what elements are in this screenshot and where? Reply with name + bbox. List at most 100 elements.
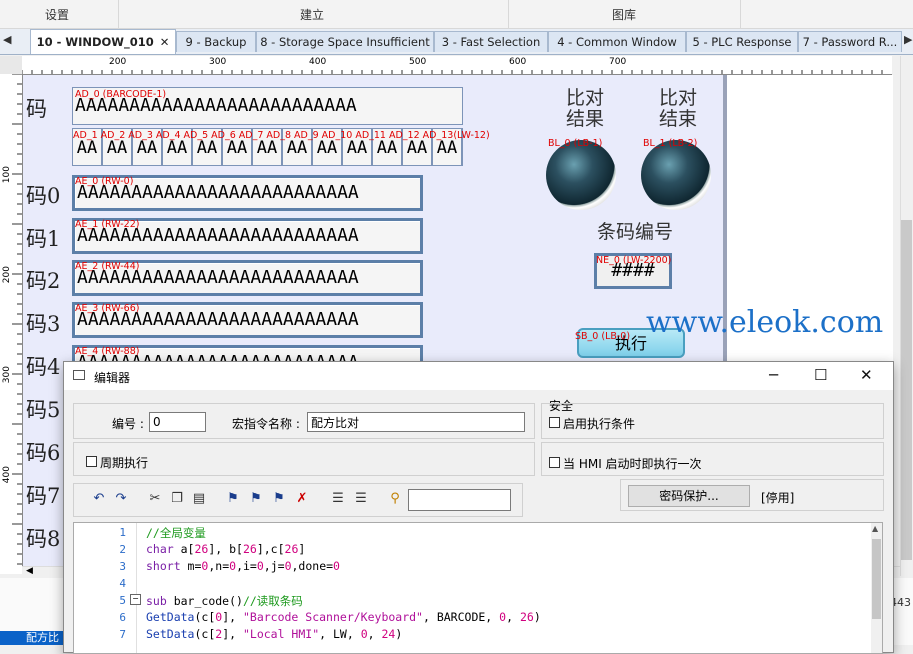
horizontal-ruler: 200 300 400 500 600 700 [22, 56, 892, 75]
left-label-code0: 码0 [26, 184, 61, 208]
vruler-label-200: 200 [2, 266, 12, 284]
tab-backup[interactable]: 9 - Backup [176, 31, 256, 52]
run-once-label: 当 HMI 启动时即执行一次 [563, 457, 702, 471]
tab-scroll-left-icon[interactable]: ◀ [3, 33, 11, 46]
barcode-number-title: 条码编号 [596, 221, 673, 243]
enable-condition-checkbox[interactable] [549, 417, 560, 428]
tab-fast-selection[interactable]: 3 - Fast Selection [434, 31, 548, 52]
ascii-row-4-label: AE_4 (RW-88) [75, 346, 140, 357]
tab-scroll-right-icon[interactable]: ▶ [904, 33, 912, 46]
ascii-row-1-label: AE_1 (RW-22) [75, 219, 140, 230]
line-number: 3 [119, 560, 126, 573]
code-vertical-scroll-thumb[interactable] [872, 539, 881, 619]
top-menu-bar: 设置 建立 图库 [0, 0, 913, 29]
close-icon[interactable]: ✕ [160, 35, 170, 49]
menu-settings[interactable]: 设置 [45, 6, 69, 23]
hruler-label-400: 400 [309, 57, 327, 67]
code-scroll-up-icon[interactable]: ▲ [872, 524, 878, 533]
ruler-corner [0, 56, 23, 75]
ascii-row-2-label: AE_2 (RW-44) [75, 261, 140, 272]
editor-title: 编辑器 [94, 371, 131, 385]
compare-result-title: 比对 结果 [565, 87, 604, 130]
hruler-label-600: 600 [509, 57, 527, 67]
bit-lamp-result[interactable] [546, 140, 616, 210]
paste-icon[interactable]: ▤ [190, 490, 208, 508]
left-label-code4: 码4 [26, 355, 61, 379]
editor-titlebar[interactable]: 编辑器 ─ ☐ ✕ [64, 362, 893, 390]
code-editor[interactable]: − 1 //全局变量 2 char a[26], b[26],c[26] 3 short … [73, 522, 883, 654]
undo-icon[interactable]: ↶ [90, 490, 108, 508]
numeric-entry-label: NE_0 (LW-2200) [596, 255, 672, 266]
search-icon[interactable]: ⚲ [386, 490, 404, 508]
redo-icon[interactable]: ↷ [112, 490, 130, 508]
code-line[interactable]: short m=0,n=0,i=0,j=0,done=0 [146, 559, 340, 573]
indent-icon[interactable]: ☰ [329, 490, 347, 508]
left-label-code6: 码6 [26, 441, 61, 465]
cut-icon[interactable]: ✂ [146, 490, 164, 508]
menu-build[interactable]: 建立 [300, 6, 324, 23]
periodic-checkbox[interactable] [86, 456, 97, 467]
code-line[interactable]: char a[26], b[26],c[26] [146, 542, 305, 556]
bookmark-prev-icon[interactable]: ⚑ [270, 490, 288, 508]
ascii-row-0-label: AE_0 (RW-0) [75, 176, 134, 187]
window-tab-bar: ◀ 10 - WINDOW_010 ✕ 9 - Backup 8 - Storag… [0, 29, 913, 55]
bookmark-toggle-icon[interactable]: ⚑ [224, 490, 242, 508]
canvas-vertical-scroll-thumb[interactable] [901, 220, 912, 560]
ascii-row-3-label: AE_3 (RW-66) [75, 303, 140, 314]
code-line[interactable]: //全局变量 [146, 525, 206, 541]
macro-name-input[interactable] [307, 412, 525, 432]
bookmark-clear-icon[interactable]: ✗ [293, 490, 311, 508]
password-protect-button[interactable]: 密码保护... [628, 485, 750, 507]
macro-name-label: 宏指令名称 : [232, 417, 300, 431]
disabled-status: [停用] [761, 491, 795, 505]
editor-window-icon [73, 370, 85, 380]
tab-window-010[interactable]: 10 - WINDOW_010 ✕ [30, 29, 176, 54]
vruler-label-300: 300 [2, 366, 12, 384]
code-line[interactable]: sub bar_code()//读取条码 [146, 593, 303, 609]
minimize-icon[interactable]: ─ [769, 366, 778, 384]
line-number: 4 [119, 577, 126, 590]
maximize-icon[interactable]: ☐ [814, 366, 827, 384]
left-label-code3: 码3 [26, 312, 61, 336]
tab-storage-space[interactable]: 8 - Storage Space Insufficient [256, 31, 434, 52]
line-number: 6 [119, 611, 126, 624]
barcode-object-label: AD_0 (BARCODE-1) [75, 89, 167, 100]
macro-editor-dialog: 编辑器 ─ ☐ ✕ 编号 : 宏指令名称 : 周期执行 安全 启用执行条件 当 … [63, 361, 894, 654]
toolbar-search-input[interactable] [408, 489, 511, 511]
line-number: 7 [119, 628, 126, 641]
left-label-code7: 码7 [26, 484, 61, 508]
left-label-code2: 码2 [26, 269, 61, 293]
enable-condition-label: 启用执行条件 [563, 417, 636, 431]
execute-button-label: SB_0 (LB-0) [575, 331, 631, 342]
menu-gallery[interactable]: 图库 [612, 6, 636, 23]
vertical-ruler: 100 200 300 400 [0, 74, 23, 574]
left-label-code5: 码5 [26, 398, 61, 422]
tab-common-window[interactable]: 4 - Common Window [548, 31, 686, 52]
vertical-ruler-ticks [12, 74, 22, 565]
outdent-icon[interactable]: ☰ [352, 490, 370, 508]
code-line[interactable]: SetData(c[2], "Local HMI", LW, 0, 24) [146, 627, 402, 641]
lamp0-object-label: BL_0 (LB-1) [548, 138, 603, 149]
vruler-label-400: 400 [2, 466, 12, 484]
hscroll-left-icon[interactable]: ◀ [26, 566, 33, 576]
bit-lamp-end[interactable] [641, 140, 711, 210]
close-icon[interactable]: ✕ [860, 366, 873, 384]
hruler-label-700: 700 [609, 57, 627, 67]
code-gutter [74, 523, 137, 653]
line-number: 2 [119, 543, 126, 556]
left-label-code8: 码8 [26, 527, 61, 551]
tab-plc-response[interactable]: 5 - PLC Response [686, 31, 798, 52]
tab-password[interactable]: 7 - Password R... [798, 31, 902, 52]
code-line[interactable]: GetData(c[0], "Barcode Scanner/Keyboard"… [146, 610, 541, 624]
run-once-checkbox[interactable] [549, 457, 560, 468]
small-cells-object-labels: AD_1 AD_2 AD_3 AD_4 AD_5 AD_6 AD_7 AD_8 … [73, 130, 490, 141]
left-label-code1: 码1 [26, 227, 61, 251]
line-number: 5 [119, 594, 126, 607]
copy-icon[interactable]: ❐ [168, 490, 186, 508]
bookmark-next-icon[interactable]: ⚑ [247, 490, 265, 508]
hruler-label-300: 300 [209, 57, 227, 67]
lamp1-object-label: BL_1 (LB-2) [643, 138, 698, 149]
number-label: 编号 : [112, 417, 144, 431]
number-input[interactable] [149, 412, 206, 432]
fold-toggle-icon[interactable]: − [130, 594, 141, 605]
